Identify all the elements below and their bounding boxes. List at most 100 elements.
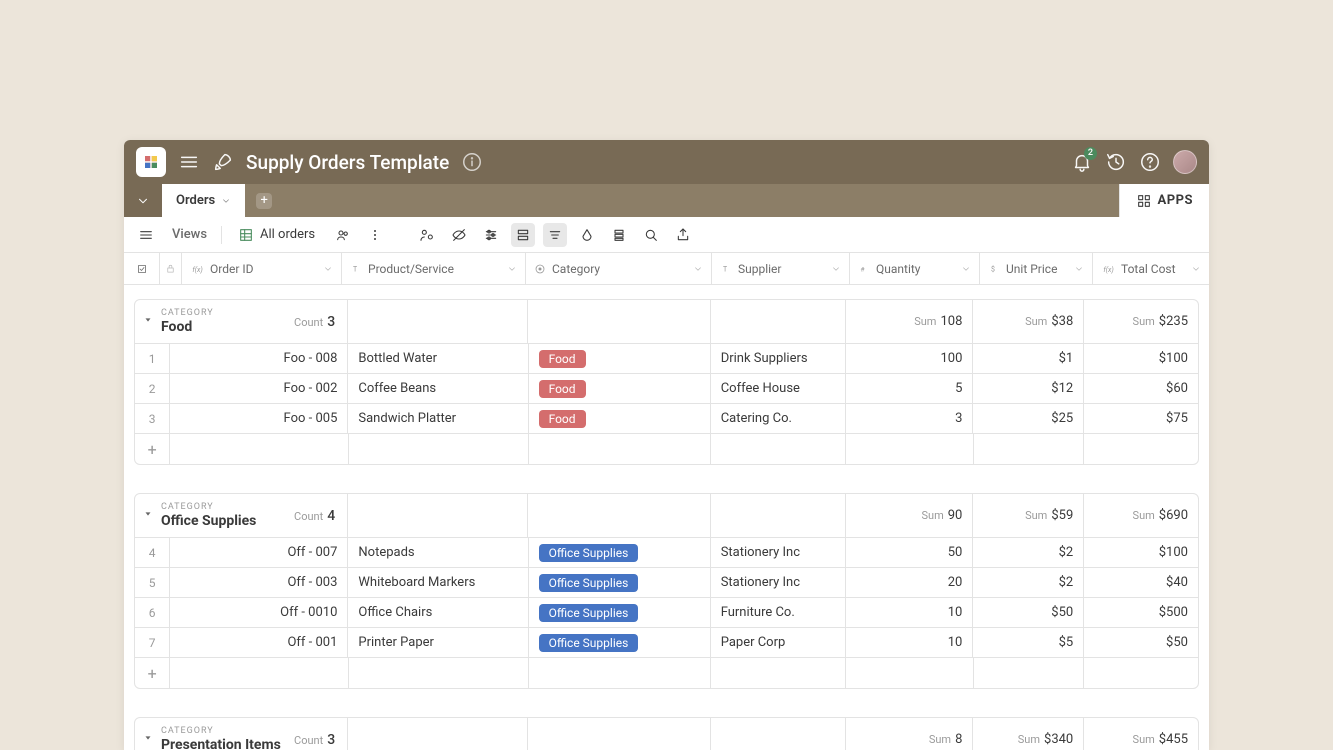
column-header-unit-price[interactable]: $ Unit Price [980,253,1093,284]
share-icon[interactable] [415,223,439,247]
cell-category[interactable]: Office Supplies [529,628,711,657]
cell-quantity[interactable]: 100 [846,344,973,373]
cell-quantity[interactable]: 5 [846,374,973,403]
category-badge: Food [539,380,586,398]
expand-sheets-button[interactable] [124,184,162,217]
table-row[interactable]: 6 Off - 0010 Office Chairs Office Suppli… [135,598,1198,628]
cell-order-id[interactable]: Foo - 005 [170,404,348,433]
sheet-tab-orders[interactable]: Orders [162,184,245,217]
cell-order-id[interactable]: Off - 0010 [170,598,348,627]
column-header-order-id[interactable]: f(x) Order ID [182,253,342,284]
cell-supplier[interactable]: Paper Corp [711,628,846,657]
select-all-checkbox[interactable] [124,253,160,284]
cell-product[interactable]: Printer Paper [348,628,528,657]
cell-total-cost[interactable]: $50 [1084,628,1198,657]
doc-title[interactable]: Supply Orders Template [246,151,449,174]
column-header-category[interactable]: Category [526,253,712,284]
cell-quantity[interactable]: 10 [846,628,973,657]
cell-product[interactable]: Coffee Beans [348,374,528,403]
cell-supplier[interactable]: Drink Suppliers [711,344,846,373]
more-icon[interactable] [363,223,387,247]
collapse-group-icon[interactable] [143,732,153,747]
export-icon[interactable] [671,223,695,247]
table-row[interactable]: 5 Off - 003 Whiteboard Markers Office Su… [135,568,1198,598]
filter-settings-icon[interactable] [479,223,503,247]
cell-unit-price[interactable]: $12 [973,374,1084,403]
cell-order-id[interactable]: Off - 007 [170,538,348,567]
cell-unit-price[interactable]: $1 [973,344,1084,373]
cell-total-cost[interactable]: $60 [1084,374,1198,403]
column-header-quantity[interactable]: # Quantity [850,253,980,284]
cell-product[interactable]: Sandwich Platter [348,404,528,433]
cell-order-id[interactable]: Foo - 008 [170,344,348,373]
cell-unit-price[interactable]: $5 [973,628,1084,657]
table-row[interactable]: 3 Foo - 005 Sandwich Platter Food Cateri… [135,404,1198,434]
cell-unit-price[interactable]: $50 [973,598,1084,627]
add-sheet-button[interactable]: + [251,184,277,217]
active-view-chip[interactable]: All orders [230,224,323,246]
help-icon[interactable] [1139,151,1161,173]
column-header-total-cost[interactable]: f(x) Total Cost [1093,253,1209,284]
cell-total-cost[interactable]: $75 [1084,404,1198,433]
cell-category[interactable]: Food [529,344,711,373]
group-icon[interactable] [511,223,535,247]
hide-fields-icon[interactable] [447,223,471,247]
cell-category[interactable]: Office Supplies [529,538,711,567]
cell-total-cost[interactable]: $500 [1084,598,1198,627]
collapse-group-icon[interactable] [143,508,153,523]
cell-total-cost[interactable]: $40 [1084,568,1198,597]
table-row[interactable]: 1 Foo - 008 Bottled Water Food Drink Sup… [135,344,1198,374]
views-label[interactable]: Views [166,227,213,242]
cell-unit-price[interactable]: $25 [973,404,1084,433]
cell-product[interactable]: Bottled Water [348,344,528,373]
cell-quantity[interactable]: 3 [846,404,973,433]
sort-icon[interactable] [543,223,567,247]
cell-supplier[interactable]: Furniture Co. [711,598,846,627]
apps-button[interactable]: APPS [1119,184,1210,217]
cell-unit-price[interactable]: $2 [973,538,1084,567]
table-row[interactable]: 7 Off - 001 Printer Paper Office Supplie… [135,628,1198,658]
app-logo[interactable] [136,147,166,177]
cell-supplier[interactable]: Stationery Inc [711,568,846,597]
cell-total-cost[interactable]: $100 [1084,538,1198,567]
column-header-product[interactable]: T Product/Service [342,253,526,284]
table-row[interactable]: 2 Foo - 002 Coffee Beans Food Coffee Hou… [135,374,1198,404]
rocket-icon[interactable] [212,151,234,173]
cell-category[interactable]: Office Supplies [529,598,711,627]
column-header-supplier[interactable]: T Supplier [712,253,850,284]
color-icon[interactable] [575,223,599,247]
search-icon[interactable] [639,223,663,247]
user-avatar[interactable] [1173,150,1197,174]
notifications-button[interactable]: 2 [1071,151,1093,173]
table-row[interactable]: 4 Off - 007 Notepads Office Supplies Sta… [135,538,1198,568]
cell-order-id[interactable]: Off - 001 [170,628,348,657]
cell-product[interactable]: Notepads [348,538,528,567]
cell-supplier[interactable]: Coffee House [711,374,846,403]
history-icon[interactable] [1105,151,1127,173]
cell-quantity[interactable]: 20 [846,568,973,597]
cell-product[interactable]: Whiteboard Markers [348,568,528,597]
cell-order-id[interactable]: Foo - 002 [170,374,348,403]
cell-quantity[interactable]: 10 [846,598,973,627]
add-row-button[interactable]: + [135,434,170,464]
row-height-icon[interactable] [607,223,631,247]
cell-unit-price[interactable]: $2 [973,568,1084,597]
cell-category[interactable]: Office Supplies [529,568,711,597]
add-row-button[interactable]: + [135,658,170,688]
collapse-group-icon[interactable] [143,314,153,329]
cell-supplier[interactable]: Catering Co. [711,404,846,433]
views-menu-icon[interactable] [134,223,158,247]
cell-product[interactable]: Office Chairs [348,598,528,627]
cell-quantity[interactable]: 50 [846,538,973,567]
hamburger-icon[interactable] [178,151,200,173]
cell-supplier[interactable]: Stationery Inc [711,538,846,567]
row-number: 5 [135,568,170,597]
cell-category[interactable]: Food [529,374,711,403]
cell-total-cost[interactable]: $100 [1084,344,1198,373]
info-icon[interactable] [461,151,483,173]
group-sum-blank [528,494,710,537]
cell-order-id[interactable]: Off - 003 [170,568,348,597]
cell-category[interactable]: Food [529,404,711,433]
grid-body[interactable]: CATEGORY Food Count 3 Sum108 Sum$38 Sum$… [124,285,1209,750]
collaborators-icon[interactable] [331,223,355,247]
